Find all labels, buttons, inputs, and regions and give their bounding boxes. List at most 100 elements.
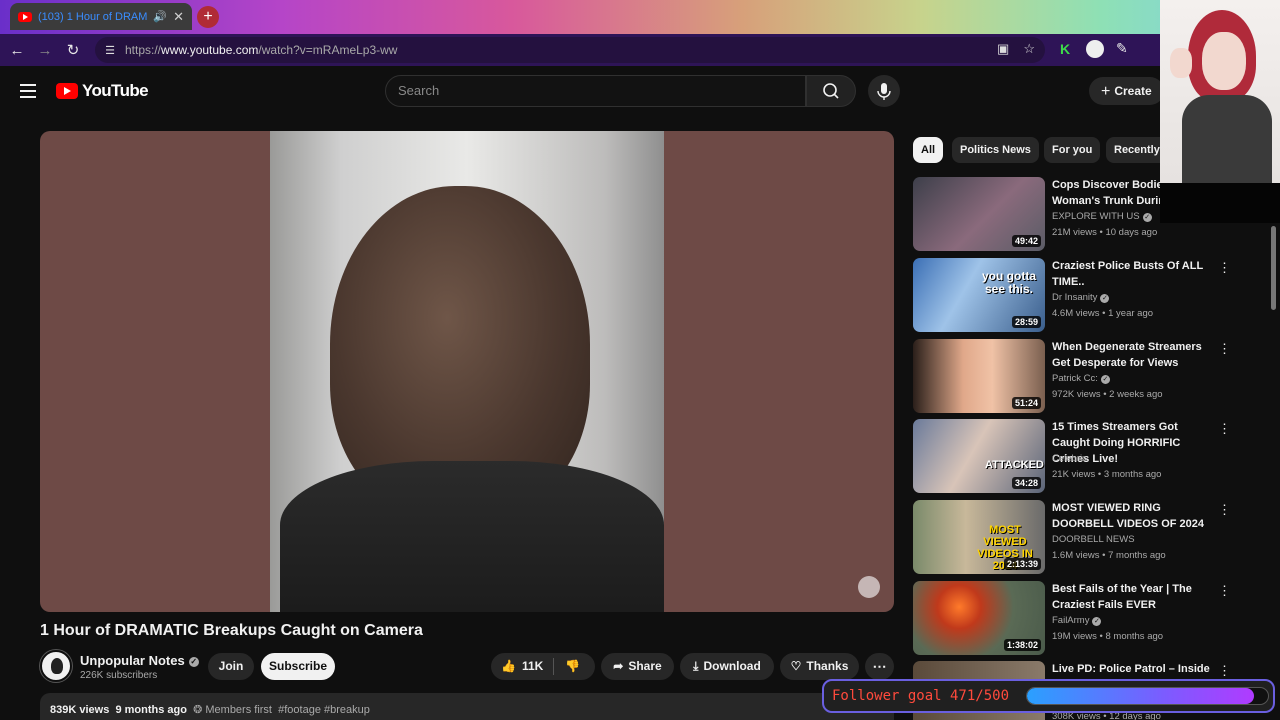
create-button[interactable]: + Create (1089, 77, 1164, 105)
reload-icon[interactable]: ↻ (59, 41, 87, 59)
search-input[interactable]: Search (385, 75, 806, 107)
subscribe-button[interactable]: Subscribe (261, 653, 335, 680)
more-vert-icon[interactable]: ⋮ (1218, 341, 1231, 357)
rec-channel[interactable]: EXPLORE WITH US ✓ (1052, 211, 1152, 222)
guide-menu-icon[interactable] (20, 84, 36, 102)
recommendation-item[interactable]: ATTACKED 34:28 15 Times Streamers Got Ca… (913, 419, 1233, 495)
verified-check-icon: ✓ (1142, 213, 1152, 222)
video-thumbnail[interactable]: 1:38:02 (913, 581, 1045, 655)
rec-meta: 21M views • 10 days ago (1052, 227, 1158, 238)
rec-channel[interactable]: Dr Insanity ✓ (1052, 292, 1110, 303)
search-button[interactable] (806, 75, 856, 107)
duration-badge: 49:42 (1011, 235, 1041, 247)
follower-goal-overlay: Follower goal 471/500 (822, 679, 1275, 713)
plus-icon: + (1101, 83, 1111, 100)
chip-politics-news[interactable]: Politics News (952, 137, 1039, 163)
follower-goal-bar (1026, 687, 1269, 705)
search-icon (823, 83, 839, 99)
share-button[interactable]: ➦ Share (601, 653, 674, 680)
address-bar[interactable]: ☰ https://www.youtube.com/watch?v=mRAmeL… (95, 37, 1045, 63)
extension-swirl-icon[interactable] (1086, 40, 1104, 58)
youtube-favicon-icon (18, 11, 32, 22)
audio-playing-icon[interactable]: 🔊 (153, 10, 167, 23)
extension-k-icon[interactable]: K (1060, 41, 1070, 57)
site-info-icon[interactable]: ☰ (101, 44, 119, 57)
recommendation-item[interactable]: MOST VIEWED VIDEOS IN 2024 2:13:39 MOST … (913, 500, 1233, 576)
more-actions-button[interactable]: ⋯ (865, 653, 894, 680)
url-text[interactable]: https://www.youtube.com/watch?v=mRAmeLp3… (125, 43, 397, 57)
more-vert-icon[interactable]: ⋮ (1218, 260, 1231, 276)
download-button[interactable]: ⤓ Download (680, 653, 774, 680)
thanks-heart-icon: ♡ (790, 659, 802, 673)
rec-title[interactable]: Live PD: Police Patrol – Inside (1052, 661, 1212, 677)
more-vert-icon[interactable]: ⋮ (1218, 502, 1231, 518)
browser-tab-youtube[interactable]: (103) 1 Hour of DRAMATIC 🔊 ✕ (10, 3, 192, 30)
thumbnail-caption: you gotta see this. (982, 269, 1036, 296)
rec-channel[interactable]: DOORBELL NEWS (1052, 534, 1135, 545)
divider (553, 658, 554, 675)
thanks-button[interactable]: ♡ Thanks (780, 653, 859, 680)
bookmark-star-icon[interactable]: ☆ (1023, 41, 1035, 57)
video-thumbnail[interactable]: MOST VIEWED VIDEOS IN 2024 2:13:39 (913, 500, 1045, 574)
youtube-masthead: YouTube Search + Create (0, 66, 1280, 116)
thumbs-down-icon[interactable]: 👎 (565, 653, 580, 680)
join-button[interactable]: Join (208, 653, 254, 680)
rec-title[interactable]: When Degenerate Streamers Get Desperate … (1052, 339, 1212, 371)
recommendation-item[interactable]: you gotta see this. 28:59 Craziest Polic… (913, 258, 1233, 334)
extensions-puzzle-icon[interactable]: ✎ (1116, 40, 1128, 57)
video-thumbnail[interactable]: 49:42 (913, 177, 1045, 251)
thumbnail-caption: ATTACKED (985, 459, 1044, 471)
verified-check-icon: ✓ (1100, 375, 1110, 384)
hashtags[interactable]: #footage #breakup (278, 704, 370, 716)
rec-meta: 4.6M views • 1 year ago (1052, 308, 1154, 319)
browser-toolbar: ← → ↻ ☰ https://www.youtube.com/watch?v=… (0, 34, 1280, 66)
chip-all[interactable]: All (913, 137, 944, 163)
rec-title[interactable]: MOST VIEWED RING DOORBELL VIDEOS OF 2024 (1052, 500, 1212, 532)
thumbs-up-icon[interactable]: 👍 (501, 659, 516, 673)
channel-watermark-icon[interactable] (858, 576, 880, 598)
close-tab-icon[interactable]: ✕ (173, 9, 184, 25)
youtube-play-logo-icon (56, 83, 78, 99)
video-player[interactable] (40, 131, 894, 612)
rec-title[interactable]: Best Fails of the Year | The Craziest Fa… (1052, 581, 1212, 613)
recommendation-item[interactable]: 1:38:02 Best Fails of the Year | The Cra… (913, 581, 1233, 657)
new-tab-button[interactable]: + (197, 6, 219, 28)
more-vert-icon[interactable]: ⋮ (1218, 663, 1231, 679)
rec-meta: 19M views • 8 months ago (1052, 631, 1164, 642)
chip-for-you[interactable]: For you (1044, 137, 1101, 163)
video-thumbnail[interactable]: you gotta see this. 28:59 (913, 258, 1045, 332)
video-thumbnail[interactable]: ATTACKED 34:28 (913, 419, 1045, 493)
rec-title[interactable]: Craziest Police Busts Of ALL TIME.. (1052, 258, 1212, 290)
more-vert-icon[interactable]: ⋮ (1218, 583, 1231, 599)
person-body (280, 461, 664, 612)
rec-channel[interactable]: Celebrix (1052, 453, 1087, 464)
description-box[interactable]: 839K views 9 months ago ❂ Members first … (40, 693, 894, 720)
rec-channel[interactable]: Patrick Cc: ✓ (1052, 373, 1110, 384)
tab-title: (103) 1 Hour of DRAMATIC (38, 10, 148, 23)
install-app-icon[interactable]: ▣ (997, 41, 1009, 57)
youtube-logo[interactable]: YouTube (56, 81, 149, 101)
channel-avatar[interactable] (40, 650, 72, 682)
duration-badge: 28:59 (1011, 316, 1041, 328)
video-thumbnail[interactable]: 51:24 (913, 339, 1045, 413)
browser-tabstrip: (103) 1 Hour of DRAMATIC 🔊 ✕ + (0, 0, 1280, 34)
page-scrollbar[interactable] (1271, 226, 1276, 310)
more-vert-icon[interactable]: ⋮ (1218, 421, 1231, 437)
back-arrow-icon[interactable]: ← (3, 42, 31, 59)
duration-badge: 51:24 (1011, 397, 1041, 409)
verified-check-icon: ✓ (1092, 617, 1102, 626)
rec-meta: 21K views • 3 months ago (1052, 469, 1162, 480)
voice-search-button[interactable] (868, 75, 900, 107)
forward-arrow-icon[interactable]: → (31, 42, 59, 59)
duration-badge: 1:38:02 (1003, 639, 1041, 651)
like-count[interactable]: 11K (522, 653, 543, 680)
video-frame (270, 131, 664, 612)
members-first-badge: ❂ Members first (193, 704, 272, 716)
rec-channel[interactable]: FailArmy ✓ (1052, 615, 1102, 626)
recommendation-item[interactable]: 51:24 When Degenerate Streamers Get Desp… (913, 339, 1233, 415)
subscriber-count: 226K subscribers (80, 670, 158, 681)
chip-recently[interactable]: Recently (1106, 137, 1168, 163)
like-dislike-group: 👍 11K 👎 (491, 653, 595, 680)
channel-name[interactable]: Unpopular Notes ✓ (80, 653, 199, 668)
verified-check-icon: ✓ (1100, 294, 1110, 303)
